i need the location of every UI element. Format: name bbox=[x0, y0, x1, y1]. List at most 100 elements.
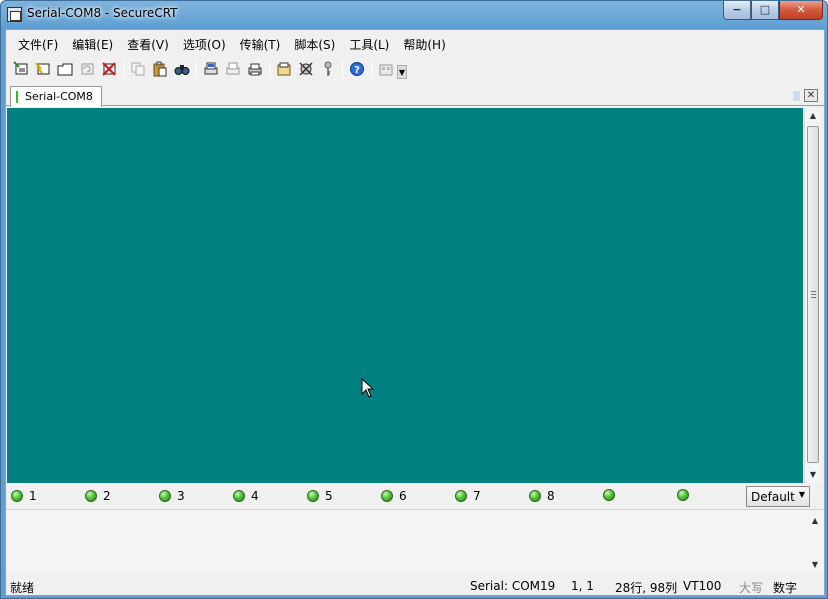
paste-button[interactable] bbox=[149, 58, 171, 80]
menu-view[interactable]: 查看(V) bbox=[120, 32, 176, 54]
button-bar-label: 6 bbox=[399, 489, 407, 503]
print-selection-button[interactable] bbox=[222, 58, 244, 80]
close-tab-button[interactable]: ✕ bbox=[804, 89, 818, 102]
green-led-icon bbox=[11, 490, 23, 502]
minimize-button[interactable]: − bbox=[723, 1, 751, 20]
print-button[interactable] bbox=[244, 58, 266, 80]
toolbar-overflow-dropdown[interactable]: ▼ bbox=[397, 65, 407, 79]
button-bar-button-1[interactable]: 1 bbox=[11, 489, 37, 503]
menu-bar: 文件(F) 编辑(E) 查看(V) 选项(O) 传输(T) 脚本(S) 工具(L… bbox=[6, 32, 453, 54]
button-bar-button-3[interactable]: 3 bbox=[159, 489, 185, 503]
button-bar-label: 8 bbox=[547, 489, 555, 503]
input-scroll-down-icon[interactable]: ▼ bbox=[812, 560, 818, 569]
session-options-icon bbox=[277, 62, 291, 76]
tab-connection-status-indicator bbox=[16, 91, 18, 103]
print-screen-icon bbox=[204, 62, 218, 75]
disconnect-icon bbox=[102, 62, 116, 76]
button-bar-label: 7 bbox=[473, 489, 481, 503]
copy-icon bbox=[131, 62, 145, 76]
button-bar-label: 5 bbox=[325, 489, 333, 503]
green-led-icon bbox=[381, 490, 393, 502]
menu-help[interactable]: 帮助(H) bbox=[396, 32, 452, 54]
print-selection-icon bbox=[226, 62, 240, 75]
key-icon bbox=[324, 61, 332, 76]
button-bar-button-6[interactable]: 6 bbox=[381, 489, 407, 503]
button-bar-button-8[interactable]: 8 bbox=[529, 489, 555, 503]
button-bar-button-5[interactable]: 5 bbox=[307, 489, 333, 503]
scroll-down-arrow-icon[interactable]: ▼ bbox=[805, 467, 821, 483]
status-caps-lock: 大写 bbox=[739, 581, 764, 595]
copy-button[interactable] bbox=[127, 58, 149, 80]
client-area: 文件(F) 编辑(E) 查看(V) 选项(O) 传输(T) 脚本(S) 工具(L… bbox=[5, 29, 825, 596]
status-connection: Serial: COM19 bbox=[470, 579, 556, 593]
menu-script[interactable]: 脚本(S) bbox=[287, 32, 342, 54]
toolbar-separator bbox=[371, 60, 372, 78]
title-bar[interactable]: Serial-COM8 - SecureCRT − □ ✕ bbox=[1, 1, 827, 29]
connect-icon bbox=[13, 61, 28, 75]
status-terminal-size: 28行, 98列 bbox=[615, 581, 678, 595]
find-button[interactable] bbox=[171, 58, 193, 80]
button-bar-button-7[interactable]: 7 bbox=[455, 489, 481, 503]
terminal-vertical-scrollbar[interactable]: ▲ ▼ bbox=[804, 108, 821, 483]
toolbar: ? ▼ bbox=[10, 58, 407, 80]
svg-text:?: ? bbox=[354, 65, 360, 76]
button-bar-label: 4 bbox=[251, 489, 259, 503]
keymap-icon bbox=[379, 64, 393, 76]
keymap-button[interactable] bbox=[375, 58, 397, 80]
button-bar-button-4[interactable]: 4 bbox=[233, 489, 259, 503]
status-ready: 就绪 bbox=[10, 581, 35, 595]
help-button[interactable]: ? bbox=[346, 58, 368, 80]
disconnect-button[interactable] bbox=[98, 58, 120, 80]
tab-scroll-indicator[interactable] bbox=[793, 91, 800, 101]
menu-edit[interactable]: 编辑(E) bbox=[65, 32, 120, 54]
menu-options[interactable]: 选项(O) bbox=[176, 32, 233, 54]
maximize-button[interactable]: □ bbox=[751, 1, 779, 20]
quick-connect-button[interactable] bbox=[32, 58, 54, 80]
status-cursor-position: 1, 1 bbox=[571, 579, 594, 593]
scrollbar-thumb[interactable] bbox=[807, 126, 819, 463]
button-bar-label: 1 bbox=[29, 489, 37, 503]
global-options-icon bbox=[299, 62, 313, 76]
green-led-icon bbox=[307, 490, 319, 502]
window-title: Serial-COM8 - SecureCRT bbox=[27, 6, 178, 20]
button-bar: 1 2 3 4 5 6 7 8 Default ▼ bbox=[6, 484, 824, 508]
button-bar-label: 3 bbox=[177, 489, 185, 503]
menu-transfer[interactable]: 传输(T) bbox=[233, 32, 288, 54]
status-emulation: VT100 bbox=[683, 579, 722, 593]
command-input-pane[interactable]: ▲ ▼ bbox=[6, 509, 824, 574]
status-bar: 就绪 Serial: COM19 1, 1 28行, 98列 VT100 大写 … bbox=[6, 575, 824, 595]
green-led-icon bbox=[529, 490, 541, 502]
green-led-icon bbox=[677, 489, 689, 501]
input-scroll-up-icon[interactable]: ▲ bbox=[812, 516, 818, 525]
mouse-cursor-icon bbox=[361, 378, 375, 398]
close-button[interactable]: ✕ bbox=[779, 1, 823, 20]
quick-connect-icon bbox=[35, 62, 50, 75]
securecrt-app-icon[interactable] bbox=[7, 7, 22, 22]
connect-in-tab-button[interactable] bbox=[54, 58, 76, 80]
paste-icon bbox=[153, 61, 167, 77]
button-bar-button-10[interactable] bbox=[677, 489, 695, 501]
tab-serial-com8[interactable]: Serial-COM8 bbox=[10, 86, 102, 107]
terminal-screen[interactable] bbox=[7, 108, 803, 483]
toolbar-separator bbox=[269, 60, 270, 78]
menu-file[interactable]: 文件(F) bbox=[6, 32, 65, 54]
app-window: Serial-COM8 - SecureCRT − □ ✕ 文件(F) 编辑(E… bbox=[0, 0, 828, 599]
button-bar-select[interactable]: Default ▼ bbox=[746, 486, 810, 507]
scroll-up-arrow-icon[interactable]: ▲ bbox=[805, 108, 821, 124]
menu-tools[interactable]: 工具(L) bbox=[342, 32, 396, 54]
button-bar-button-2[interactable]: 2 bbox=[85, 489, 111, 503]
connect-button[interactable] bbox=[10, 58, 32, 80]
print-icon bbox=[248, 63, 262, 76]
chevron-down-icon: ▼ bbox=[798, 490, 805, 499]
session-options-button[interactable] bbox=[273, 58, 295, 80]
reconnect-button[interactable] bbox=[76, 58, 98, 80]
connect-in-tab-icon bbox=[57, 63, 73, 76]
reconnect-icon bbox=[81, 63, 94, 75]
global-options-button[interactable] bbox=[295, 58, 317, 80]
key-button[interactable] bbox=[317, 58, 339, 80]
print-screen-button[interactable] bbox=[200, 58, 222, 80]
help-icon: ? bbox=[350, 62, 364, 76]
green-led-icon bbox=[455, 490, 467, 502]
green-led-icon bbox=[85, 490, 97, 502]
button-bar-button-9[interactable] bbox=[603, 489, 621, 501]
